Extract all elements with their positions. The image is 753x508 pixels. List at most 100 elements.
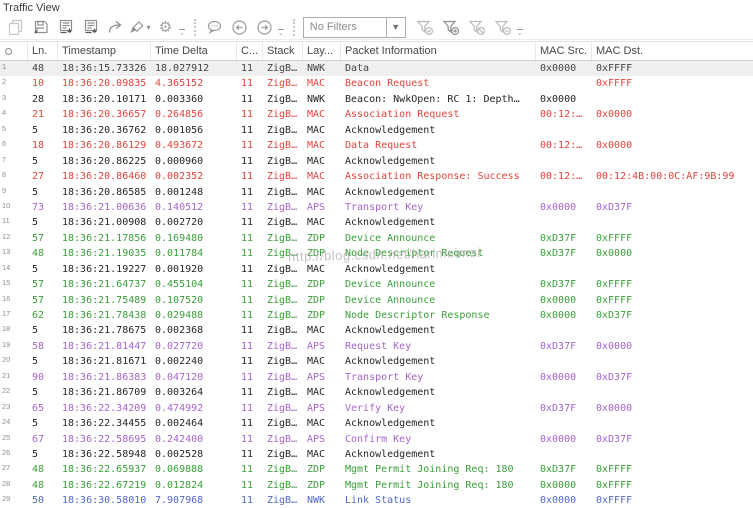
cell-layer: APS — [307, 402, 326, 414]
cell-mac_dst — [592, 262, 753, 277]
cell-layer: MAC — [307, 356, 326, 368]
packet-row[interactable]: 26 5 18:36:22.58948 0.002528 11 ZigB… MAC Ackno… — [0, 447, 753, 462]
cell-time_delta: 0.140512 — [155, 201, 204, 213]
next-comment-icon[interactable] — [252, 18, 277, 37]
packet-row[interactable]: 21 90 18:36:21.86383 0.047120 11 ZigB… APS Tran… — [0, 370, 753, 385]
cell-channel: 11 — [241, 186, 254, 198]
packet-row[interactable]: 8 27 18:36:20.86460 0.002352 11 ZigB… MAC Assoc… — [0, 169, 753, 184]
packet-row[interactable]: 24 5 18:36:22.34455 0.002464 11 ZigB… MAC Ackno… — [0, 416, 753, 431]
packet-row[interactable]: 6 18 18:36:20.86129 0.493672 11 ZigB… MAC Data … — [0, 138, 753, 153]
packet-row[interactable]: 1 48 18:36:15.73326 18.027912 11 ZigB… NWK Data… — [0, 61, 753, 77]
cell-mac_dst: 0x0000 — [596, 340, 633, 352]
packet-row[interactable]: 28 48 18:36:22.67219 0.012824 11 ZigB… ZDP Mgmt… — [0, 478, 753, 493]
packet-row[interactable]: 19 58 18:36:21.81447 0.027720 11 ZigB… APS Requ… — [0, 339, 753, 354]
cell-mac_src: 00:12:… — [540, 140, 583, 152]
toolbar-overflow-icon[interactable]: ⌄ — [179, 29, 185, 37]
column-header-c[interactable]: C... — [237, 42, 263, 60]
cell-timestamp: 18:36:20.10171 — [62, 93, 147, 105]
cell-channel: 11 — [241, 418, 254, 430]
column-header-marker[interactable] — [0, 42, 28, 60]
cell-layer: APS — [307, 371, 326, 383]
cell-stack: ZigB… — [267, 78, 298, 90]
filter-dropdown[interactable]: No Filters ▼ — [302, 16, 406, 38]
cell-num: 5 — [2, 123, 7, 133]
packet-row[interactable]: 4 21 18:36:20.36657 0.264856 11 ZigB… MAC Assoc… — [0, 107, 753, 122]
cell-channel: 11 — [241, 232, 254, 244]
packet-row[interactable]: 13 48 18:36:21.19035 0.011784 11 ZigB… ZDP Node… — [0, 246, 753, 261]
cell-info: Device Announce — [345, 232, 436, 244]
column-header-timestamp[interactable]: Timestamp — [58, 42, 151, 60]
filter-remove-icon[interactable] — [490, 18, 516, 37]
cell-channel: 11 — [241, 356, 254, 368]
column-header-mac-src[interactable]: MAC Src. — [536, 42, 592, 60]
cell-stack: ZigB… — [267, 479, 298, 491]
brush-icon[interactable]: ▾ — [128, 18, 153, 37]
export-log-icon[interactable] — [53, 18, 78, 37]
cell-mac_src: 0x0000 — [540, 201, 577, 213]
cell-channel: 11 — [241, 325, 254, 337]
cell-timestamp: 18:36:21.64737 — [62, 279, 147, 291]
cell-ln: 5 — [32, 263, 39, 275]
column-header-packet-information[interactable]: Packet Information — [341, 42, 536, 60]
cell-time_delta: 0.001248 — [155, 186, 204, 198]
packet-row[interactable]: 27 48 18:36:22.65937 0.069888 11 ZigB… ZDP Mgmt… — [0, 462, 753, 477]
packet-row[interactable]: 14 5 18:36:21.19227 0.001920 11 ZigB… MAC Ackno… — [0, 262, 753, 277]
column-header-time-delta[interactable]: Time Delta — [151, 42, 237, 60]
packet-row[interactable]: 5 5 18:36:20.36762 0.001056 11 ZigB… MAC Acknow… — [0, 123, 753, 138]
cell-channel: 11 — [241, 109, 254, 121]
filter-dropdown-caret-icon[interactable]: ▼ — [385, 17, 405, 37]
packet-row[interactable]: 22 5 18:36:21.86709 0.003264 11 ZigB… MAC Ackno… — [0, 385, 753, 400]
export-packets-icon[interactable] — [78, 18, 103, 37]
cell-num: 22 — [2, 386, 11, 396]
packet-row[interactable]: 10 73 18:36:21.00636 0.140512 11 ZigB… APS Tran… — [0, 200, 753, 215]
packet-row[interactable]: 18 5 18:36:21.78675 0.002368 11 ZigB… MAC Ackno… — [0, 323, 753, 338]
cell-timestamp: 18:36:21.19227 — [62, 263, 147, 275]
packet-row[interactable]: 17 62 18:36:21.78438 0.029488 11 ZigB… ZDP Node… — [0, 308, 753, 323]
column-header-mac-dst[interactable]: MAC Dst. — [592, 42, 753, 60]
packet-row[interactable]: 23 65 18:36:22.34209 0.474992 11 ZigB… APS Veri… — [0, 401, 753, 416]
packet-row[interactable]: 9 5 18:36:20.86585 0.001248 11 ZigB… MAC Acknow… — [0, 185, 753, 200]
cell-mac_dst: 0x0000 — [596, 402, 633, 414]
cell-mac_src: 00:12:… — [540, 171, 583, 183]
packet-row[interactable]: 29 50 18:36:30.58010 7.907968 11 ZigB… NWK Link… — [0, 493, 753, 508]
filter-clear-icon[interactable] — [464, 18, 490, 37]
cell-mac_dst: 0xD37F — [596, 371, 633, 383]
cell-mac_src — [536, 185, 592, 200]
column-header-stack[interactable]: Stack — [263, 42, 303, 60]
toolbar-overflow-icon[interactable]: ⌄ — [277, 29, 284, 37]
cell-num: 27 — [2, 463, 11, 473]
column-header-ln[interactable]: Ln. — [28, 42, 58, 60]
cell-channel: 11 — [241, 140, 254, 152]
cell-timestamp: 18:36:21.00908 — [62, 217, 147, 229]
cell-num: 11 — [2, 216, 10, 226]
column-header-lay[interactable]: Lay... — [303, 42, 341, 60]
share-icon[interactable] — [103, 18, 128, 37]
filter-apply-icon[interactable] — [412, 18, 438, 37]
brush-dropdown-caret[interactable]: ▾ — [146, 23, 150, 32]
copy-icon[interactable] — [3, 18, 28, 37]
cell-layer: ZDP — [307, 232, 326, 244]
cell-info: Request Key — [345, 340, 412, 352]
packet-row[interactable]: 11 5 18:36:21.00908 0.002720 11 ZigB… MAC Ackno… — [0, 215, 753, 230]
cell-stack: ZigB… — [267, 232, 298, 244]
cell-timestamp: 18:36:15.73326 — [62, 63, 147, 74]
packet-row[interactable]: 20 5 18:36:21.81671 0.002240 11 ZigB… MAC Ackno… — [0, 354, 753, 369]
filter-add-icon[interactable] — [438, 18, 464, 37]
packet-row[interactable]: 12 57 18:36:21.17856 0.169480 11 ZigB… ZDP Devi… — [0, 231, 753, 246]
packet-row[interactable]: 25 67 18:36:22.58695 0.242400 11 ZigB… APS Conf… — [0, 432, 753, 447]
save-icon[interactable] — [28, 18, 53, 37]
packet-row[interactable]: 7 5 18:36:20.86225 0.000960 11 ZigB… MAC Acknow… — [0, 154, 753, 169]
cell-time_delta: 0.029488 — [155, 310, 204, 321]
cell-stack: ZigB… — [267, 340, 298, 352]
cell-timestamp: 18:36:21.75489 — [62, 294, 147, 306]
settings-icon[interactable]: ⚙ — [153, 18, 178, 37]
packet-row[interactable]: 15 57 18:36:21.64737 0.455104 11 ZigB… ZDP Devi… — [0, 277, 753, 292]
cell-channel: 11 — [241, 155, 254, 167]
previous-comment-icon[interactable] — [227, 18, 252, 37]
packet-row[interactable]: 2 10 18:36:20.09835 4.365152 11 ZigB… MAC Beaco… — [0, 76, 753, 91]
packet-row[interactable]: 3 28 18:36:20.10171 0.003360 11 ZigB… NWK Beaco… — [0, 92, 753, 107]
cell-mac_src — [536, 323, 592, 338]
toolbar-overflow-icon[interactable]: ⌄ — [516, 29, 523, 37]
comments-icon[interactable] — [202, 18, 227, 37]
packet-row[interactable]: 16 57 18:36:21.75489 0.107520 11 ZigB… ZDP Devi… — [0, 293, 753, 308]
